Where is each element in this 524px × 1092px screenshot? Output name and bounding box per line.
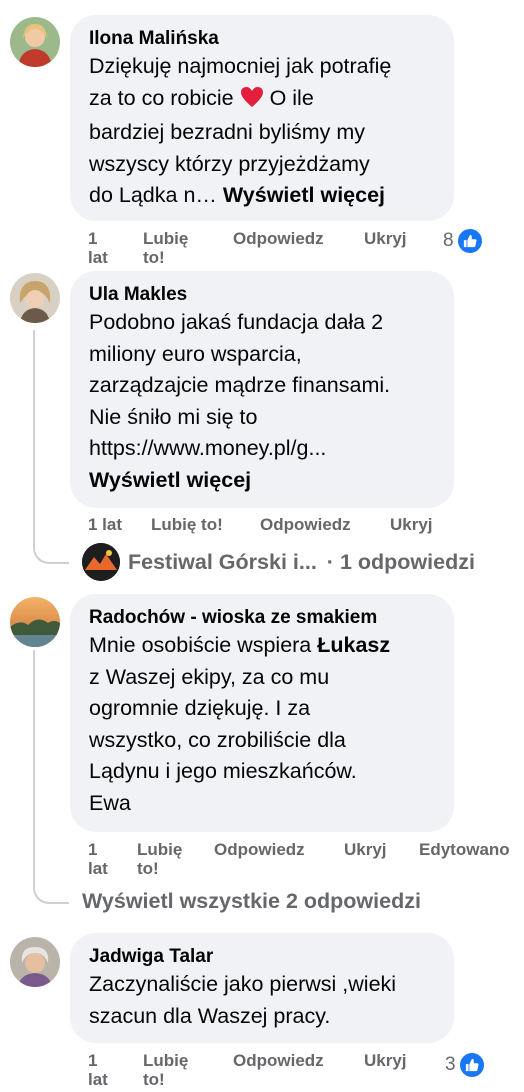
reaction-count[interactable]: 8 [443,227,484,255]
comment-text: Zaczynaliście jako pierwsi ,wieki szacun… [89,972,397,1028]
page-avatar [82,543,120,581]
timestamp[interactable]: 1 lat [88,229,108,267]
comment-author[interactable]: Ula Makles [89,283,435,307]
like-button[interactable]: Lubię to! [143,1051,188,1089]
thread-connector [33,884,69,904]
reply-button[interactable]: Odpowiedz [260,515,351,534]
edited-label[interactable]: Edytowano [419,840,510,859]
timestamp[interactable]: 1 lat [88,1051,108,1089]
hide-button[interactable]: Ukryj [364,229,407,248]
comment-author[interactable]: Jadwiga Talar [89,945,435,969]
reply-button[interactable]: Odpowiedz [233,229,324,248]
avatar-radochow[interactable] [10,597,60,647]
like-button[interactable]: Lubię to! [143,229,188,267]
comment-author[interactable]: Radochów - wioska ze smakiem [89,606,435,630]
reaction-count[interactable]: 3 [445,1051,486,1079]
see-more-link[interactable]: Wyświetl więcej [223,183,385,207]
view-replies-link[interactable]: Festiwal Górski i... · 1 odpowiedzi [82,543,475,581]
timestamp[interactable]: 1 lat [88,515,122,534]
comment-author[interactable]: Ilona Malińska [89,27,435,51]
thread-connector [33,544,69,564]
comment-bubble: Radochów - wioska ze smakiem Mnie osobiś… [70,594,454,832]
see-more-link[interactable]: Wyświetl więcej [89,465,435,497]
hide-button[interactable]: Ukryj [390,515,433,534]
comment-text: Podobno jakaś fundacja dała 2 miliony eu… [89,307,435,496]
reply-button[interactable]: Odpowiedz [233,1051,324,1070]
avatar-ula[interactable] [10,273,60,323]
comment-bubble: Jadwiga Talar Zaczynaliście jako pierwsi… [70,933,454,1043]
avatar-jadwiga[interactable] [10,937,60,987]
like-button[interactable]: Lubię to! [151,515,223,534]
tagged-person[interactable]: Łukasz [317,633,390,657]
timestamp[interactable]: 1 lat [88,840,108,878]
hide-button[interactable]: Ukryj [344,840,387,859]
thread-line [33,330,35,546]
hide-button[interactable]: Ukryj [364,1051,407,1070]
comment-text: Mnie osobiście wspiera Łukasz z Waszej e… [89,633,391,815]
reply-button[interactable]: Odpowiedz [214,840,305,859]
view-all-replies-link[interactable]: Wyświetl wszystkie 2 odpowiedzi [82,886,421,916]
like-button[interactable]: Lubię to! [137,840,182,878]
avatar-ilona[interactable] [10,17,60,67]
thumbs-up-icon [457,1051,486,1079]
heart-icon [240,86,264,118]
thread-line [33,650,35,890]
comment-text: Dziękuję najmocniej jak potrafię za to c… [89,54,392,207]
thumbs-up-icon [455,227,484,255]
comment-bubble: Ilona Malińska Dziękuję najmocniej jak p… [70,15,454,221]
comment-bubble: Ula Makles Podobno jakaś fundacja dała 2… [70,271,454,508]
